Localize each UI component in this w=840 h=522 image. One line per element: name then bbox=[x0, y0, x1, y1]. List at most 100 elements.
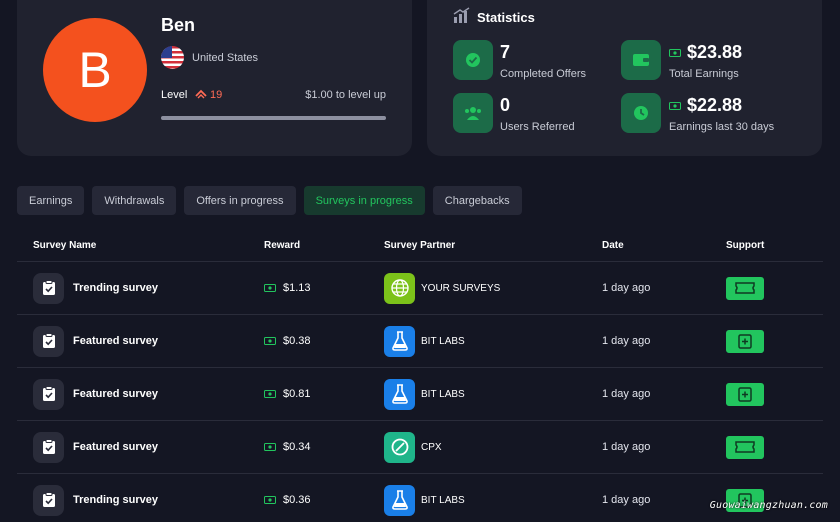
reward-cell: $0.38 bbox=[264, 335, 384, 347]
users-referred-label: Users Referred bbox=[500, 121, 575, 133]
statistics-card: Statistics 7 Completed Offers $23.88 Tot… bbox=[427, 0, 822, 156]
header-survey-name: Survey Name bbox=[33, 240, 97, 251]
us-flag-icon bbox=[161, 46, 184, 69]
completed-offers-label: Completed Offers bbox=[500, 68, 587, 80]
header-survey-partner: Survey Partner bbox=[384, 240, 456, 251]
survey-icon bbox=[33, 272, 64, 304]
survey-name-cell: Trending survey bbox=[17, 272, 264, 304]
avatar-letter: B bbox=[78, 42, 112, 98]
date-value: 1 day ago bbox=[602, 335, 651, 347]
reward-cell: $0.34 bbox=[264, 441, 384, 453]
partner-name: BIT LABS bbox=[421, 494, 465, 506]
ticket-icon bbox=[735, 441, 755, 453]
partner-cell: BIT LABS bbox=[384, 325, 602, 357]
support-button[interactable] bbox=[726, 276, 764, 300]
earnings-30-days-amount: $22.88 bbox=[687, 95, 743, 115]
money-icon bbox=[669, 102, 681, 111]
table-row: Trending survey $1.13 YOUR SURVEYS 1 day ag… bbox=[17, 262, 823, 315]
table-row: Featured survey $0.38 BIT LABS 1 day ago bbox=[17, 315, 823, 368]
table-row: Trending survey $0.36 BIT LABS 1 day ago bbox=[17, 474, 823, 522]
partner-cell: BIT LABS bbox=[384, 378, 602, 410]
clipboard-plus-icon bbox=[738, 387, 752, 402]
earnings-30-days-value: $22.88 bbox=[669, 95, 742, 116]
tab-offers-in-progress[interactable]: Offers in progress bbox=[184, 186, 296, 215]
tab-withdrawals[interactable]: Withdrawals bbox=[92, 186, 177, 215]
partner-name: BIT LABS bbox=[421, 335, 465, 347]
partner-logo bbox=[384, 325, 415, 357]
users-referred-icon-box bbox=[453, 93, 493, 133]
money-icon bbox=[264, 337, 276, 345]
header-reward: Reward bbox=[264, 240, 301, 251]
history-tabs: Earnings Withdrawals Offers in progress … bbox=[17, 186, 522, 215]
table-row: Featured survey $0.34 CPX 1 day ago bbox=[17, 421, 823, 474]
wallet-icon bbox=[633, 54, 649, 66]
check-circle-icon bbox=[466, 53, 480, 67]
user-name: Ben bbox=[161, 15, 196, 35]
reward-value: $0.36 bbox=[283, 494, 311, 506]
clock-icon bbox=[634, 106, 648, 120]
support-cell bbox=[726, 276, 823, 300]
country-label: United States bbox=[192, 52, 259, 64]
reward-value: $1.13 bbox=[283, 282, 311, 294]
date-value: 1 day ago bbox=[602, 494, 651, 506]
partner-name: YOUR SURVEYS bbox=[421, 282, 501, 294]
users-referred-value: 0 bbox=[500, 95, 511, 115]
reward-value: $0.34 bbox=[283, 441, 311, 453]
money-icon bbox=[264, 496, 276, 504]
flask-icon bbox=[391, 384, 408, 404]
table-row: Featured survey $0.81 BIT LABS 1 day ago bbox=[17, 368, 823, 421]
support-button[interactable] bbox=[726, 435, 764, 459]
reward-value: $0.81 bbox=[283, 388, 311, 400]
clipboard-check-icon bbox=[42, 386, 55, 401]
date-value: 1 day ago bbox=[602, 282, 651, 294]
support-button[interactable] bbox=[726, 382, 764, 406]
support-button[interactable] bbox=[726, 329, 764, 353]
partner-logo bbox=[384, 378, 415, 410]
table-header: Survey Name Reward Survey Partner Date S… bbox=[17, 230, 823, 262]
reward-cell: $1.13 bbox=[264, 282, 384, 294]
partner-cell: YOUR SURVEYS bbox=[384, 272, 602, 304]
users-icon bbox=[465, 107, 481, 120]
partner-name: CPX bbox=[421, 441, 442, 453]
header-date: Date bbox=[602, 240, 624, 251]
level-value: 19 bbox=[210, 89, 223, 101]
survey-name: Featured survey bbox=[73, 441, 158, 453]
survey-name-cell: Featured survey bbox=[17, 431, 264, 463]
money-icon bbox=[264, 390, 276, 398]
partner-cell: CPX bbox=[384, 431, 602, 463]
level-label: Level bbox=[161, 89, 188, 101]
level-up-text: $1.00 to level up bbox=[305, 89, 386, 101]
table-body: Trending survey $1.13 YOUR SURVEYS 1 day ag… bbox=[17, 262, 823, 522]
survey-name: Trending survey bbox=[73, 282, 158, 294]
total-earnings-icon-box bbox=[621, 40, 661, 80]
money-icon bbox=[669, 49, 681, 58]
survey-name: Trending survey bbox=[73, 494, 158, 506]
clipboard-check-icon bbox=[42, 280, 55, 295]
avatar: B bbox=[43, 18, 147, 122]
support-cell bbox=[726, 329, 823, 353]
survey-icon bbox=[33, 378, 64, 410]
tab-earnings[interactable]: Earnings bbox=[17, 186, 85, 215]
flask-icon bbox=[391, 331, 408, 351]
earnings-30-days-icon-box bbox=[621, 93, 661, 133]
profile-card: B Ben United States Level 19 $1.00 to le… bbox=[17, 0, 412, 156]
survey-name-cell: Featured survey bbox=[17, 325, 264, 357]
cpx-logo-icon bbox=[391, 438, 408, 456]
header-support: Support bbox=[726, 240, 765, 251]
money-icon bbox=[264, 284, 276, 292]
tab-chargebacks[interactable]: Chargebacks bbox=[432, 186, 522, 215]
globe-icon bbox=[390, 279, 409, 297]
partner-logo bbox=[384, 272, 415, 304]
reward-cell: $0.36 bbox=[264, 494, 384, 506]
date-value: 1 day ago bbox=[602, 388, 651, 400]
level-progress-bar bbox=[161, 116, 386, 120]
tab-surveys-in-progress[interactable]: Surveys in progress bbox=[303, 186, 425, 215]
support-cell bbox=[726, 435, 823, 459]
clipboard-plus-icon bbox=[738, 334, 752, 349]
total-earnings-value: $23.88 bbox=[669, 42, 742, 63]
watermark: Guowaiwangzhuan.com bbox=[709, 500, 828, 511]
money-icon bbox=[264, 443, 276, 451]
partner-logo bbox=[384, 484, 415, 516]
partner-cell: BIT LABS bbox=[384, 484, 602, 516]
reward-cell: $0.81 bbox=[264, 388, 384, 400]
